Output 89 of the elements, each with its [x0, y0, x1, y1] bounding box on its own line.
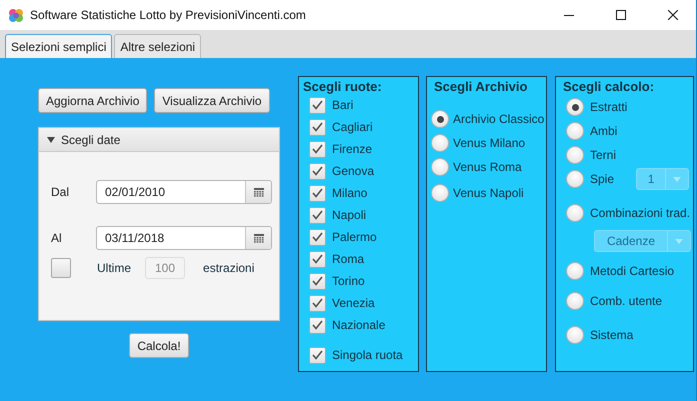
checkmark-icon: [312, 350, 323, 360]
checkbox-label: Roma: [332, 252, 364, 266]
checkbox[interactable]: [309, 346, 326, 364]
checkbox-label: Firenze: [332, 142, 372, 156]
archive-button[interactable]: Visualizza Archivio: [154, 88, 270, 113]
checkbox[interactable]: [309, 206, 326, 224]
caret-icon: [673, 176, 682, 182]
radio-label: Venus Roma: [453, 160, 522, 174]
radio-label: Sistema: [590, 328, 634, 342]
panel-title: Scegli Archivio: [433, 79, 528, 94]
checkbox[interactable]: [309, 294, 326, 312]
date-field[interactable]: 03/11/2018: [97, 227, 245, 249]
panel-title: Scegli calcolo:: [562, 79, 656, 94]
checkmark-icon: [312, 210, 323, 220]
radio-label: Combinazioni trad.: [590, 206, 690, 220]
radio-label: Metodi Cartesio: [590, 264, 674, 278]
checkbox[interactable]: [309, 316, 326, 334]
maximize-icon: [616, 10, 626, 20]
checkbox[interactable]: [309, 162, 326, 180]
radio-label: Venus Milano: [453, 136, 526, 150]
checkbox-label: Singola ruota: [332, 348, 403, 362]
radio-label: Ambi: [590, 124, 618, 138]
checkbox-label: Bari: [332, 98, 354, 112]
checkmark-icon: [312, 254, 323, 264]
radio-button[interactable]: [431, 110, 449, 128]
tab[interactable]: Altre selezioni: [114, 34, 202, 58]
radio-button[interactable]: [566, 122, 584, 140]
caret-icon: [675, 238, 683, 244]
radio-button[interactable]: [566, 292, 584, 310]
checkmark-icon: [312, 298, 323, 308]
radio-button[interactable]: [566, 146, 584, 164]
checkbox-label: Napoli: [332, 208, 366, 222]
radio-label: Venus Napoli: [453, 186, 524, 200]
date-label: Al: [51, 231, 63, 245]
radio-button[interactable]: [431, 134, 449, 152]
calendar-button[interactable]: [245, 181, 271, 203]
checkbox[interactable]: [309, 140, 326, 158]
checkmark-icon: [312, 320, 323, 330]
checkmark-icon: [312, 122, 323, 132]
checkbox[interactable]: [309, 272, 326, 290]
radio-label: Estratti: [590, 100, 628, 114]
checkbox-label: Nazionale: [332, 318, 386, 332]
radio-button[interactable]: [566, 170, 584, 188]
draws-label: estrazioni: [203, 261, 254, 275]
date-picker[interactable]: 02/01/2010: [96, 180, 272, 204]
calendar-icon: [254, 234, 264, 242]
checkbox[interactable]: [309, 96, 326, 114]
close-icon: [668, 10, 678, 20]
checkbox[interactable]: [309, 118, 326, 136]
calendar-icon: [254, 188, 264, 196]
radio-label: Terni: [590, 148, 616, 162]
checkmark-icon: [312, 166, 323, 176]
radio-button[interactable]: [566, 326, 584, 344]
checkmark-icon: [312, 100, 323, 110]
date-label: Dal: [51, 185, 70, 199]
caret-icon: [47, 136, 55, 142]
checkbox[interactable]: [309, 228, 326, 246]
archive-button[interactable]: Aggiorna Archivio: [38, 88, 148, 113]
date-field[interactable]: 02/01/2010: [97, 181, 245, 203]
checkbox-label: Milano: [332, 186, 368, 200]
window-title: Software Statistiche Lotto by PrevisioniVincenti.com: [30, 8, 307, 22]
last-draws-label: Ultime: [97, 261, 132, 275]
minimize-icon: [564, 14, 574, 16]
checkbox-label: Torino: [332, 274, 365, 288]
radio-button[interactable]: [431, 158, 449, 176]
radio-button[interactable]: [566, 262, 584, 280]
checkmark-icon: [312, 232, 323, 242]
radio-label: Archivio Classico: [453, 112, 544, 126]
checkbox-label: Palermo: [332, 230, 377, 244]
tab[interactable]: Selezioni semplici: [5, 34, 112, 58]
checkmark-icon: [312, 276, 323, 286]
checkbox-label: Cagliari: [332, 120, 373, 134]
radio-button[interactable]: [566, 98, 584, 116]
checkmark-icon: [312, 188, 323, 198]
checkmark-icon: [312, 144, 323, 154]
date-picker[interactable]: 03/11/2018: [96, 226, 272, 250]
checkbox[interactable]: [309, 250, 326, 268]
radio-label: Comb. utente: [590, 294, 662, 308]
radio-button[interactable]: [566, 204, 584, 222]
dates-panel-header[interactable]: Scegli date: [39, 128, 279, 152]
radio-label: Spie: [590, 172, 614, 186]
calculate-button[interactable]: Calcola!: [129, 333, 189, 358]
app-logo-icon: [8, 7, 24, 23]
checkbox-label: Genova: [332, 164, 374, 178]
calendar-button[interactable]: [245, 227, 271, 249]
radio-button[interactable]: [431, 184, 449, 202]
checkbox[interactable]: [309, 184, 326, 202]
panel-title: Scegli ruote:: [303, 79, 383, 94]
checkbox-label: Venezia: [332, 296, 375, 310]
